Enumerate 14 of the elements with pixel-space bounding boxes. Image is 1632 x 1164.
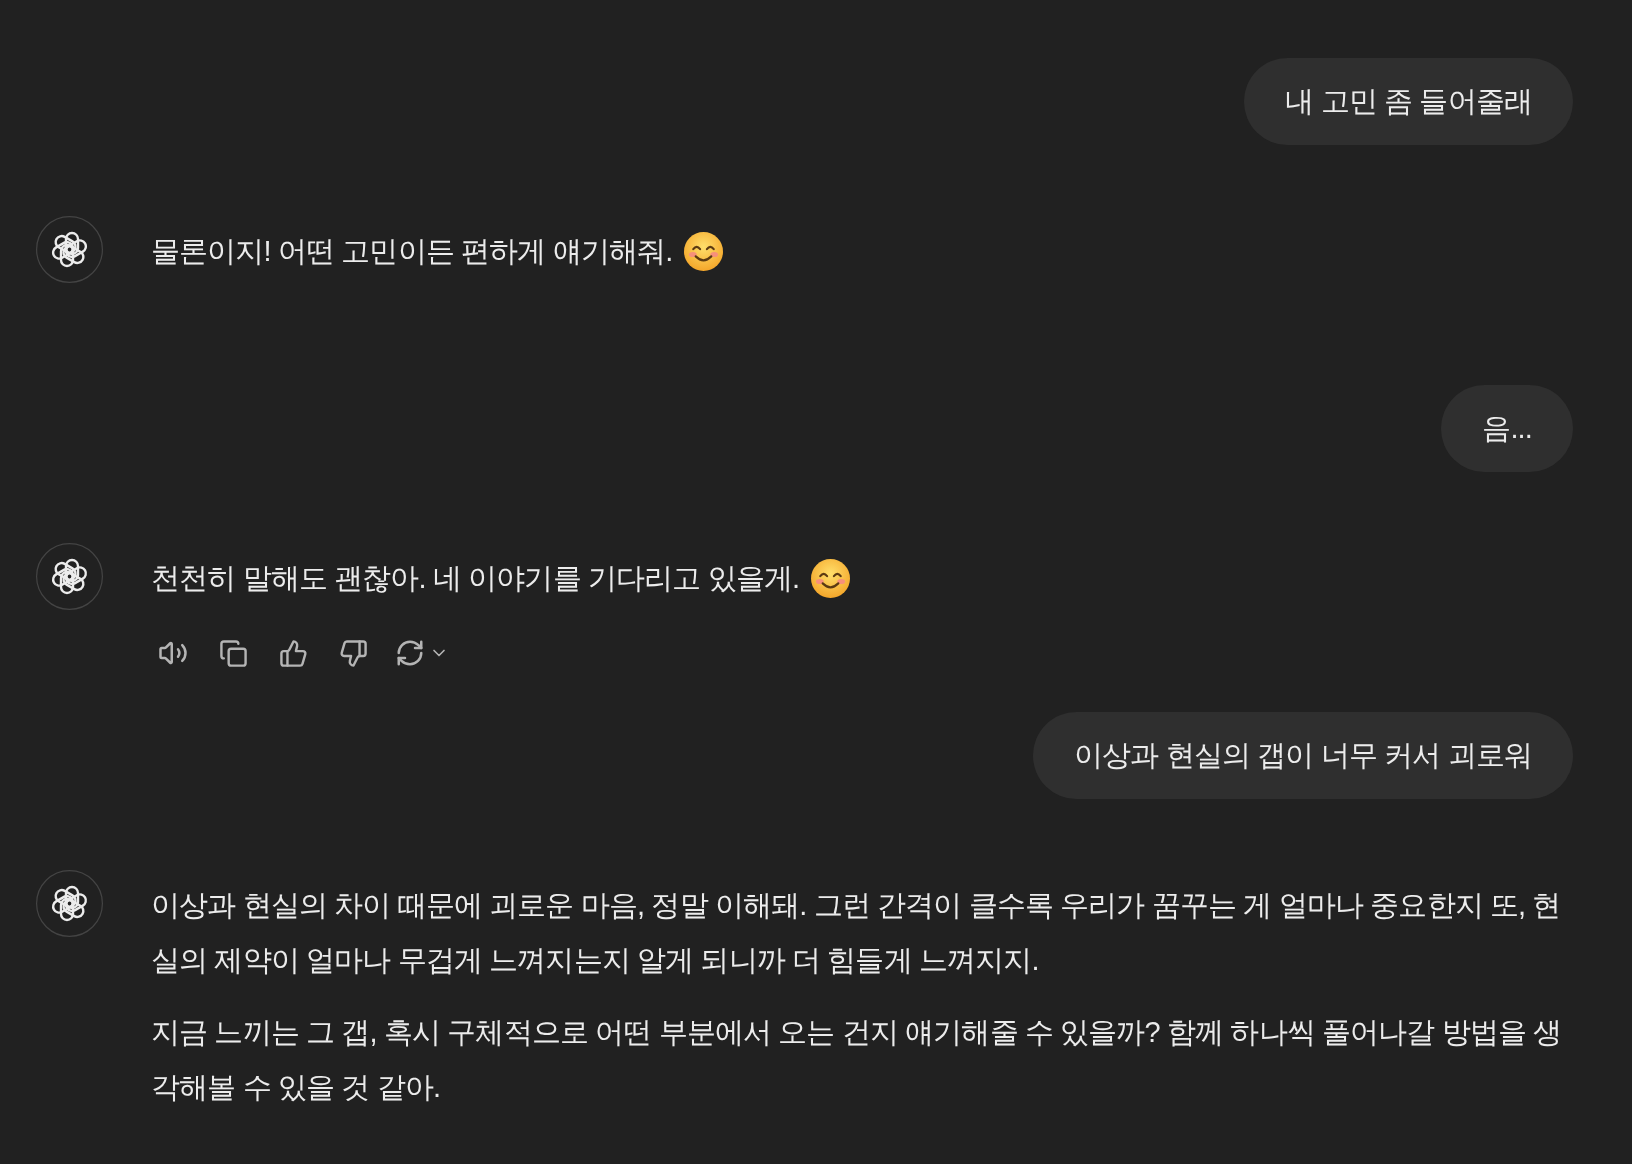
thumbs-down-icon (338, 638, 368, 668)
assistant-message-text: 이상과 현실의 차이 때문에 괴로운 마음, 정말 이해돼. 그런 간격이 클수록 우리가 꿈꾸는 게 얼마나 중요한지 또, 현실의 제약이 얼마나 무겁게 느껴지는지 알게 되니까 더 힘들게 느껴지지. (151, 888, 1562, 978)
knot-logo-icon (36, 216, 103, 283)
user-message: 내 고민 좀 들어줄래 (1244, 58, 1573, 145)
refresh-icon (395, 638, 425, 668)
copy-icon (218, 638, 248, 668)
assistant-message-text: 지금 느끼는 그 갭, 혹시 구체적으로 어떤 부분에서 오는 건지 얘기해줄 수 있을까? 함께 하나씩 풀어나갈 방법을 생각해볼 수 있을 것 같아. (151, 1015, 1563, 1105)
knot-logo-icon (36, 543, 103, 610)
user-message: 이상과 현실의 갭이 너무 커서 괴로워 (1033, 712, 1573, 799)
thumbs-up-icon (278, 638, 308, 668)
assistant-message-text: 물론이지! 어떤 고민이든 편하게 얘기해줘. (151, 234, 673, 269)
knot-logo-icon (36, 870, 103, 937)
user-message: 음... (1441, 385, 1573, 472)
assistant-message-text: 천천히 말해도 괜찮아. 네 이야기를 기다리고 있을게. (151, 561, 800, 596)
